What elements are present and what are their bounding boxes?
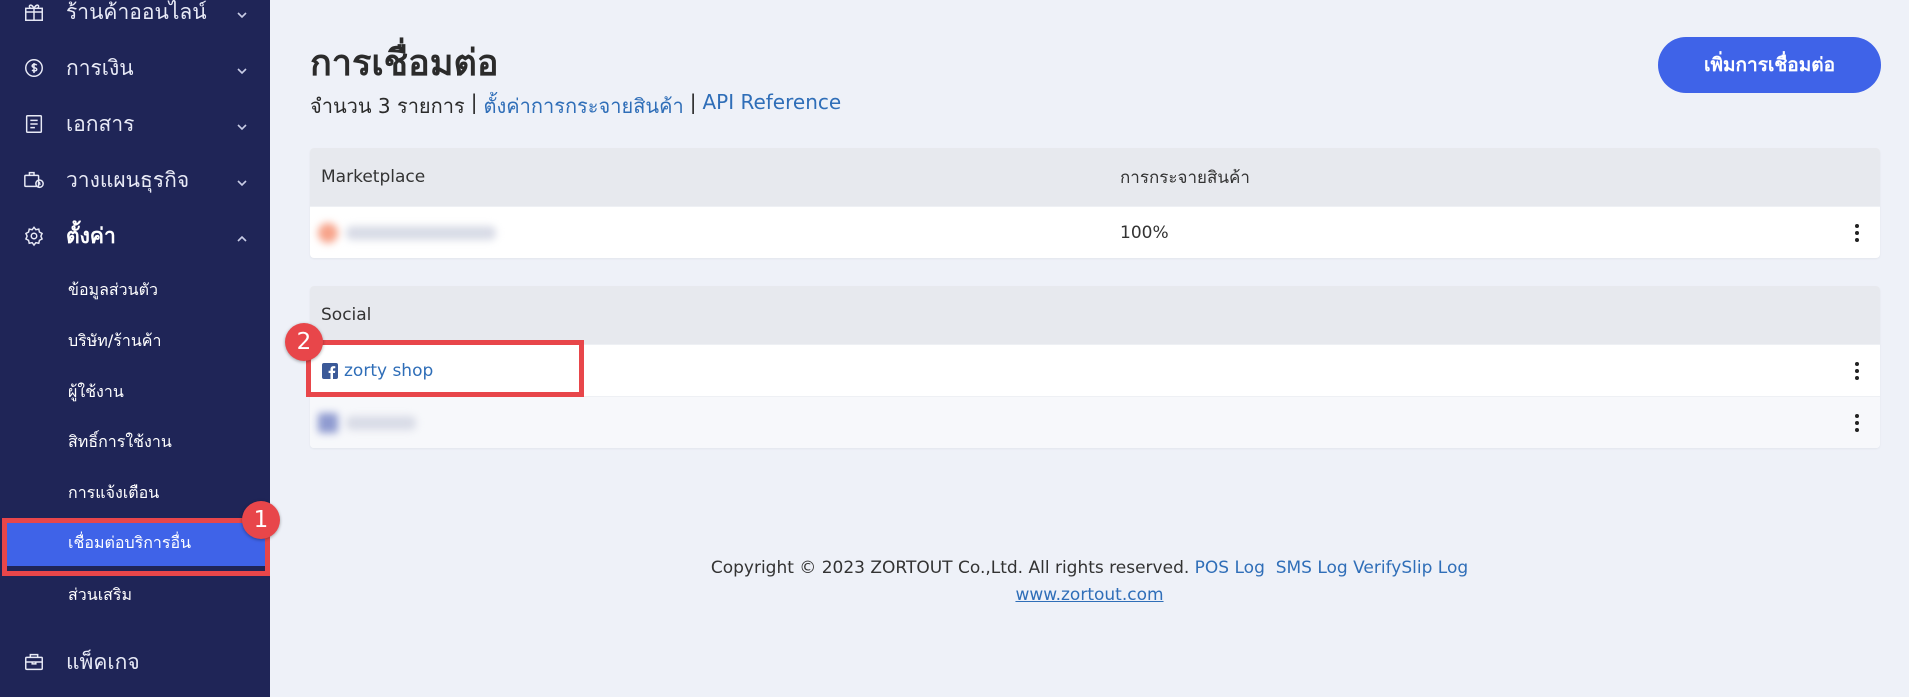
- chevron-down-icon: [236, 6, 248, 19]
- column-header-distribution: การกระจายสินค้า: [1120, 167, 1250, 188]
- sidebar-item-label: แพ็คเกจ: [66, 649, 140, 674]
- sidebar-item-label: ตั้งค่า: [66, 223, 116, 248]
- sidebar-item-business-planning[interactable]: วางแผนธุรกิจ: [0, 158, 270, 202]
- business-plan-icon: [22, 168, 46, 192]
- separator: |: [470, 90, 478, 114]
- blurred-marketplace-name: [318, 213, 496, 253]
- marketplace-table: Marketplace การกระจายสินค้า 100%: [310, 148, 1880, 258]
- sidebar: ร้านค้าออนไลน์ การเงิน เอกสาร วางแผนธุรก…: [0, 0, 270, 697]
- sidebar-subitem-company[interactable]: บริษัท/ร้านค้า: [0, 319, 270, 363]
- chevron-down-icon: [236, 62, 248, 75]
- table-header: Social: [310, 286, 1880, 344]
- sidebar-item-documents[interactable]: เอกสาร: [0, 102, 270, 146]
- table-row[interactable]: [310, 396, 1880, 448]
- gear-icon: [22, 224, 46, 248]
- distribution-percentage: 100%: [1120, 222, 1169, 243]
- sidebar-subitem-users[interactable]: ผู้ใช้งาน: [0, 370, 270, 414]
- sidebar-item-label: ร้านค้าออนไลน์: [66, 0, 207, 24]
- blurred-social-name: [318, 403, 416, 443]
- dollar-icon: [22, 56, 46, 80]
- sidebar-subitem-label: ส่วนเสริม: [68, 584, 133, 604]
- chevron-down-icon: [236, 118, 248, 131]
- sidebar-item-label: เอกสาร: [66, 111, 135, 136]
- footer-website-line: www.zortout.com: [270, 585, 1909, 605]
- sidebar-subitem-label: บริษัท/ร้านค้า: [68, 330, 162, 350]
- sidebar-subitem-profile[interactable]: ข้อมูลส่วนตัว: [0, 268, 270, 312]
- more-options-icon[interactable]: [1848, 220, 1866, 246]
- page-title: การเชื่อมต่อ: [310, 43, 499, 84]
- copyright-text: Copyright © 2023 ZORTOUT Co.,Ltd. All ri…: [710, 558, 1190, 578]
- gift-icon: [22, 0, 46, 24]
- briefcase-icon: [22, 650, 46, 674]
- sidebar-subitem-label: การแจ้งเตือน: [68, 482, 160, 502]
- more-options-icon[interactable]: [1848, 410, 1866, 436]
- sidebar-item-finance[interactable]: การเงิน: [0, 46, 270, 90]
- chevron-up-icon: [236, 230, 248, 242]
- verifyslip-log-link[interactable]: VerifySlip Log: [1353, 558, 1468, 578]
- sidebar-item-label: วางแผนธุรกิจ: [66, 167, 190, 192]
- api-reference-link[interactable]: API Reference: [702, 90, 841, 122]
- chevron-down-icon: [236, 174, 248, 187]
- sidebar-subitem-addons[interactable]: ส่วนเสริม: [0, 573, 270, 617]
- add-connection-button[interactable]: เพิ่มการเชื่อมต่อ: [1658, 37, 1881, 93]
- pos-log-link[interactable]: POS Log: [1195, 558, 1265, 578]
- annotation-badge-2: 2: [285, 323, 323, 361]
- sidebar-subitem-notifications[interactable]: การแจ้งเตือน: [0, 471, 270, 515]
- highlight-box-integrations: [2, 518, 270, 576]
- distribution-settings-link[interactable]: ตั้งค่าการกระจายสินค้า: [484, 90, 684, 122]
- highlight-box-social-connection: [306, 340, 584, 397]
- table-header: Marketplace การกระจายสินค้า: [310, 148, 1880, 206]
- sidebar-item-settings[interactable]: ตั้งค่า: [0, 214, 270, 258]
- sidebar-subitem-permissions[interactable]: สิทธิ์การใช้งาน: [0, 420, 270, 464]
- column-header-marketplace: Marketplace: [321, 167, 426, 187]
- sidebar-item-label: การเงิน: [66, 55, 134, 80]
- sidebar-item-online-store[interactable]: ร้านค้าออนไลน์: [0, 0, 270, 34]
- footer-copyright-line: Copyright © 2023 ZORTOUT Co.,Ltd. All ri…: [270, 558, 1909, 578]
- table-row[interactable]: 100%: [310, 206, 1880, 258]
- sidebar-subitem-label: ข้อมูลส่วนตัว: [68, 279, 158, 299]
- more-options-icon[interactable]: [1848, 358, 1866, 384]
- separator: |: [689, 90, 697, 114]
- sidebar-subitem-label: สิทธิ์การใช้งาน: [68, 431, 172, 451]
- connection-count: จำนวน 3 รายการ: [310, 94, 465, 118]
- sidebar-item-package[interactable]: แพ็คเกจ: [0, 640, 270, 684]
- page-subtitle: จำนวน 3 รายการ | ตั้งค่าการกระจายสินค้า …: [310, 90, 841, 122]
- sidebar-subitem-label: ผู้ใช้งาน: [68, 381, 124, 401]
- document-icon: [22, 112, 46, 136]
- sms-log-link[interactable]: SMS Log: [1276, 558, 1348, 578]
- website-link[interactable]: www.zortout.com: [1015, 585, 1163, 605]
- column-header-social: Social: [321, 305, 372, 325]
